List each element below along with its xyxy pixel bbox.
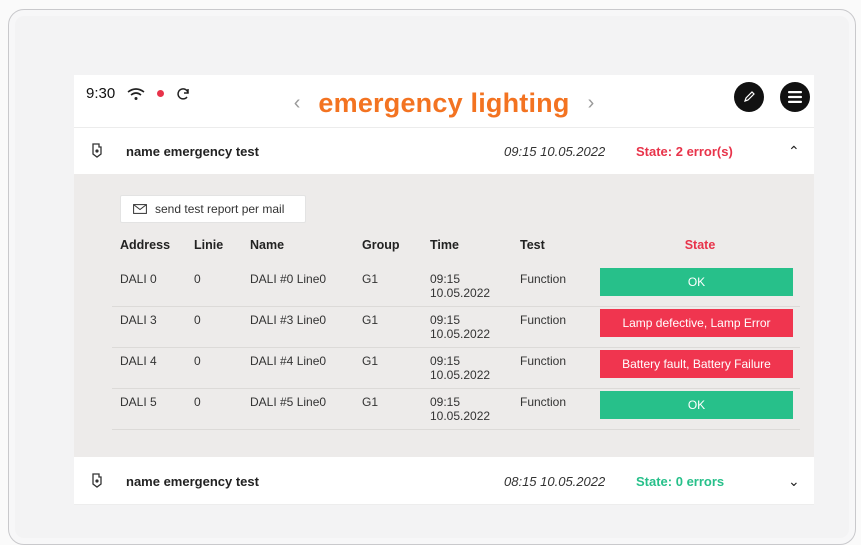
test-name: name emergency test [126, 143, 259, 159]
send-report-button[interactable]: send test report per mail [120, 195, 306, 223]
cell-name: DALI #5 Line0 [242, 388, 354, 430]
send-report-label: send test report per mail [155, 202, 285, 216]
status-badge: OK [600, 268, 793, 296]
table-row[interactable]: DALI 4 0 DALI #4 Line0 G1 09:15 10.05.202… [112, 347, 800, 389]
cell-group: G1 [354, 388, 422, 430]
cell-name: DALI #3 Line0 [242, 306, 354, 348]
cell-address: DALI 3 [112, 306, 186, 348]
cell-name: DALI #4 Line0 [242, 347, 354, 389]
table-row[interactable]: DALI 3 0 DALI #3 Line0 G1 09:15 10.05.202… [112, 306, 800, 348]
column-header: Group [362, 238, 400, 252]
cell-time-date: 10.05.2022 [430, 409, 491, 423]
device-frame: 9:30 ‹ emergency lighting › name emergen… [8, 9, 856, 545]
column-header: Time [430, 238, 459, 252]
cell-group: G1 [354, 347, 422, 389]
test-panel-body: send test report per mail Address Linie … [74, 174, 814, 457]
cell-address: DALI 5 [112, 388, 186, 430]
menu-button[interactable] [780, 82, 810, 112]
cell-time-date: 10.05.2022 [430, 368, 491, 382]
column-header: State [684, 238, 716, 252]
cell-test: Function [512, 388, 592, 430]
cell-state: Lamp defective, Lamp Error [592, 306, 800, 348]
cell-time-hour: 09:15 [430, 354, 461, 368]
cell-state: OK [592, 266, 800, 307]
column-header: Address [120, 238, 171, 252]
pencil-icon [744, 91, 755, 102]
cell-group: G1 [354, 306, 422, 348]
status-badge: Lamp defective, Lamp Error [600, 309, 793, 337]
cell-address: DALI 4 [112, 347, 186, 389]
cell-address: DALI 0 [112, 266, 186, 307]
cell-linie: 0 [186, 306, 242, 348]
table-header-row: Address Linie Name Group Time Test State [112, 238, 800, 266]
cell-time: 09:15 10.05.2022 [422, 306, 512, 348]
page-title: emergency lighting [318, 87, 570, 118]
status-badge: Battery fault, Battery Failure [600, 350, 793, 378]
test-icon [92, 143, 102, 158]
cell-linie: 0 [186, 347, 242, 389]
test-state: State: 2 error(s) [636, 143, 733, 159]
test-icon [92, 473, 102, 488]
table-row[interactable]: DALI 0 0 DALI #0 Line0 G1 09:15 10.05.202… [112, 266, 800, 307]
column-header: Linie [194, 238, 224, 252]
cell-time-hour: 09:15 [430, 313, 461, 327]
table-row[interactable]: DALI 5 0 DALI #5 Line0 G1 09:15 10.05.202… [112, 388, 800, 430]
cell-time: 09:15 10.05.2022 [422, 266, 512, 307]
status-badge: OK [600, 391, 793, 419]
expand-toggle-icon[interactable]: ⌄ [788, 473, 800, 490]
edit-button[interactable] [734, 82, 764, 112]
cell-time-hour: 09:15 [430, 395, 461, 409]
cell-name: DALI #0 Line0 [242, 266, 354, 307]
test-name: name emergency test [126, 473, 259, 489]
cell-time-date: 10.05.2022 [430, 286, 491, 300]
cell-time-date: 10.05.2022 [430, 327, 491, 341]
test-panel-header[interactable]: name emergency test 08:15 10.05.2022 Sta… [74, 458, 814, 505]
cell-time-hour: 09:15 [430, 272, 461, 286]
results-table: Address Linie Name Group Time Test State… [112, 238, 800, 430]
cell-state: Battery fault, Battery Failure [592, 347, 800, 389]
cell-test: Function [512, 266, 592, 307]
cell-time: 09:15 10.05.2022 [422, 347, 512, 389]
cell-group: G1 [354, 266, 422, 307]
test-timestamp: 08:15 10.05.2022 [504, 473, 606, 489]
test-timestamp: 09:15 10.05.2022 [504, 143, 606, 159]
prev-page-button[interactable]: ‹ [294, 92, 301, 115]
column-header: Test [520, 238, 545, 252]
collapse-toggle-icon[interactable]: ⌃ [788, 143, 800, 160]
cell-linie: 0 [186, 388, 242, 430]
next-page-button[interactable]: › [588, 92, 595, 115]
header: ‹ emergency lighting › [74, 85, 814, 121]
test-state: State: 0 errors [636, 473, 725, 489]
test-panel-header[interactable]: name emergency test 09:15 10.05.2022 Sta… [74, 127, 814, 175]
screen: 9:30 ‹ emergency lighting › name emergen… [74, 75, 814, 505]
cell-time: 09:15 10.05.2022 [422, 388, 512, 430]
menu-icon [788, 91, 802, 103]
cell-linie: 0 [186, 266, 242, 307]
cell-test: Function [512, 306, 592, 348]
column-header: Name [250, 238, 285, 252]
cell-test: Function [512, 347, 592, 389]
cell-state: OK [592, 388, 800, 430]
mail-icon [133, 204, 147, 214]
